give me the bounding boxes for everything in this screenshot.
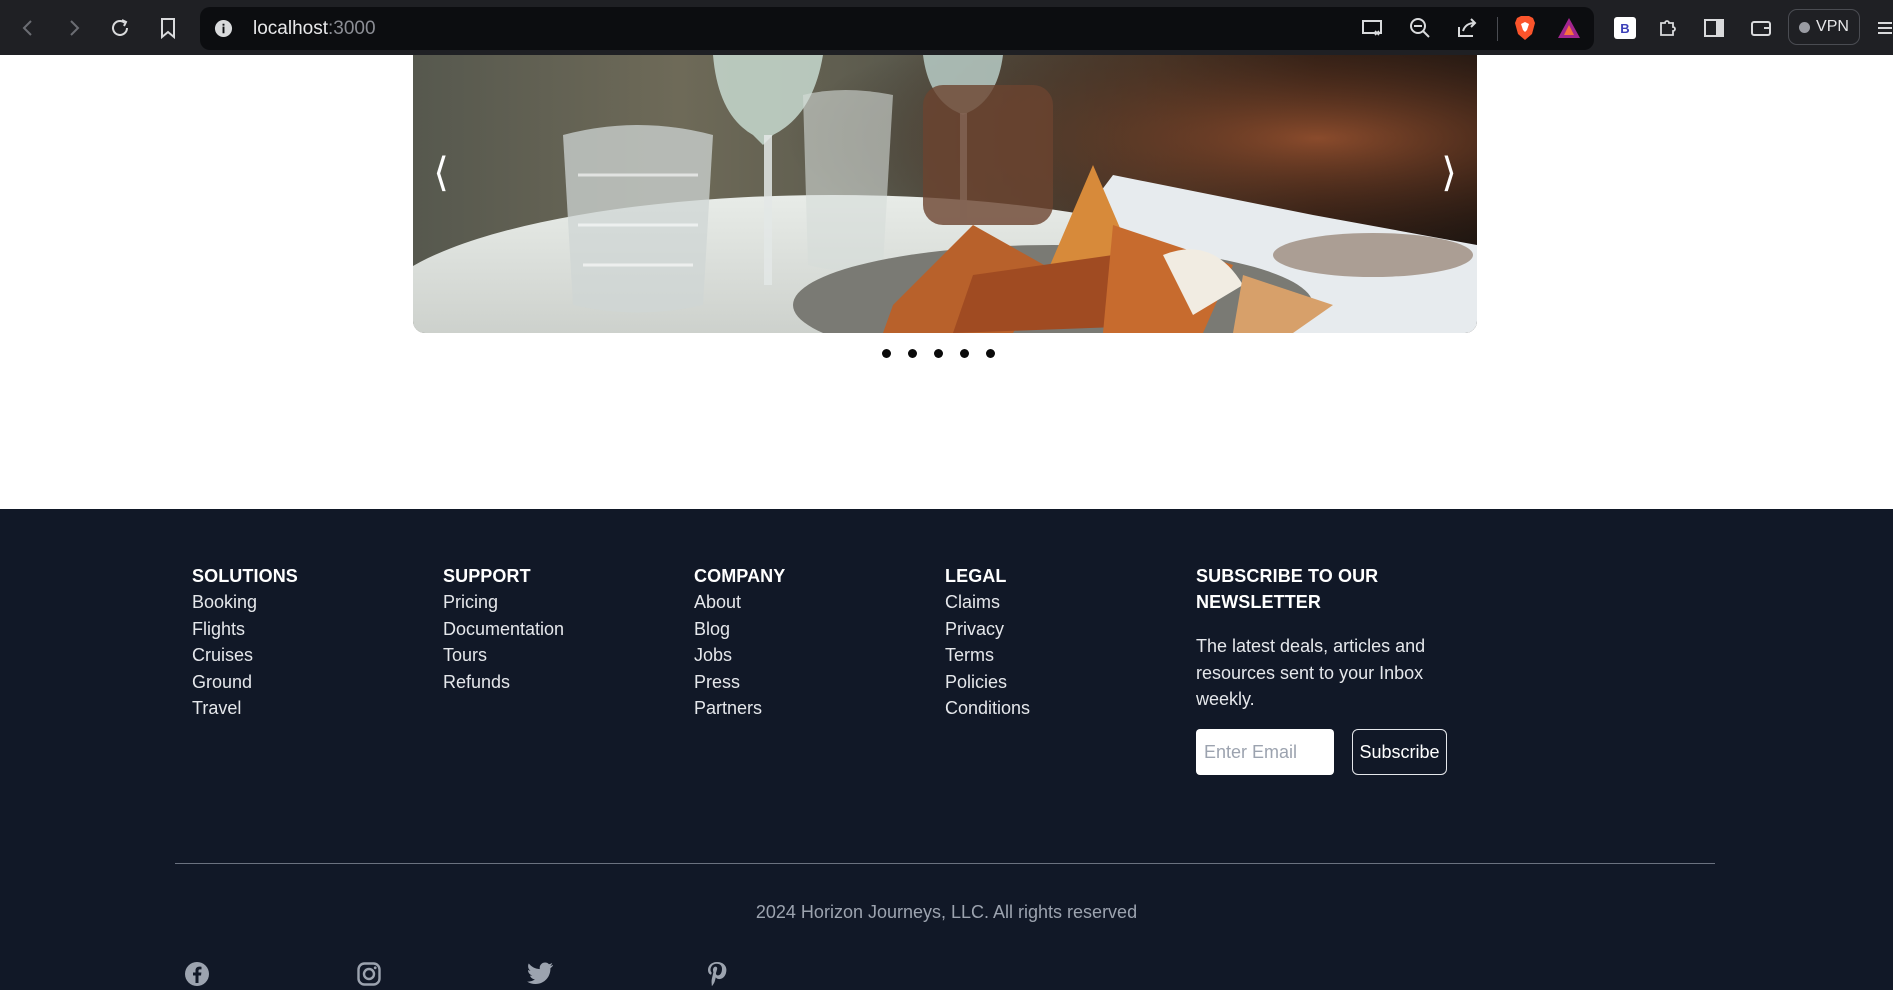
- back-arrow-icon: [22, 20, 32, 36]
- extension-b-label: B: [1614, 17, 1636, 39]
- carousel-dot-5[interactable]: [986, 349, 995, 358]
- email-input[interactable]: [1196, 729, 1334, 775]
- reload-icon: [112, 19, 128, 36]
- browser-toolbar: localhost:3000 B VPN: [0, 0, 1893, 55]
- footer-link-blog[interactable]: Blog: [694, 616, 785, 643]
- footer-column-solutions: SOLUTIONS Booking Flights Cruises Ground…: [192, 563, 298, 722]
- carousel-dot-2[interactable]: [908, 349, 917, 358]
- footer-link-partners[interactable]: Partners: [694, 695, 785, 722]
- brave-rewards-icon[interactable]: [1554, 13, 1584, 43]
- url-host: localhost: [253, 18, 328, 39]
- footer-column-legal: LEGAL Claims Privacy Terms Policies Cond…: [945, 563, 1030, 722]
- forward-arrow-icon: [70, 20, 80, 36]
- newsletter-description: The latest deals, articles and resources…: [1196, 636, 1426, 709]
- share-icon[interactable]: [1452, 13, 1482, 43]
- image-carousel: ⟨ ⟩: [413, 55, 1477, 333]
- wallet-icon[interactable]: [1746, 13, 1776, 43]
- column-title: SOLUTIONS: [192, 566, 298, 586]
- copyright-text: 2024 Horizon Journeys, LLC. All rights r…: [755, 902, 1138, 922]
- footer-link-cruises[interactable]: Cruises: [192, 642, 298, 669]
- site-footer: SOLUTIONS Booking Flights Cruises Ground…: [0, 509, 1893, 990]
- footer-link-press[interactable]: Press: [694, 669, 785, 696]
- carousel-prev-button[interactable]: ⟨: [421, 143, 461, 203]
- cast-icon[interactable]: [1358, 13, 1388, 43]
- column-title: LEGAL: [945, 566, 1007, 586]
- carousel-slide-image: [413, 55, 1477, 333]
- subscribe-button[interactable]: Subscribe: [1352, 729, 1447, 775]
- footer-divider: [175, 863, 1715, 864]
- carousel-dot-3[interactable]: [934, 349, 943, 358]
- footer-link-refunds[interactable]: Refunds: [443, 669, 564, 696]
- reload-button[interactable]: [104, 12, 136, 44]
- footer-link-privacy[interactable]: Privacy: [945, 616, 1030, 643]
- chevron-left-icon: ⟨: [433, 150, 449, 196]
- bookmark-icon: [161, 18, 175, 39]
- footer-link-terms[interactable]: Terms: [945, 642, 1030, 669]
- vpn-label: VPN: [1816, 18, 1849, 35]
- back-button[interactable]: [12, 12, 44, 44]
- footer-link-pricing[interactable]: Pricing: [443, 589, 564, 616]
- newsletter-section: SUBSCRIBE TO OUR NEWSLETTER The latest d…: [1196, 563, 1436, 713]
- extensions-puzzle-icon[interactable]: [1653, 13, 1683, 43]
- carousel-next-button[interactable]: ⟩: [1429, 143, 1469, 203]
- footer-link-claims[interactable]: Claims: [945, 589, 1030, 616]
- twitter-icon[interactable]: [527, 960, 555, 988]
- carousel-dot-1[interactable]: [882, 349, 891, 358]
- footer-link-ground[interactable]: Ground: [192, 669, 298, 696]
- footer-link-documentation[interactable]: Documentation: [443, 616, 564, 643]
- footer-link-tours[interactable]: Tours: [443, 642, 564, 669]
- chevron-right-icon: ⟩: [1441, 150, 1457, 196]
- menu-icon[interactable]: [1870, 13, 1893, 43]
- url-text[interactable]: localhost:3000: [253, 18, 376, 40]
- footer-link-booking[interactable]: Booking: [192, 589, 298, 616]
- url-port: :3000: [328, 18, 376, 39]
- footer-link-conditions[interactable]: Conditions: [945, 695, 1030, 722]
- footer-link-policies[interactable]: Policies: [945, 669, 1030, 696]
- footer-link-flights[interactable]: Flights: [192, 616, 298, 643]
- footer-link-about[interactable]: About: [694, 589, 785, 616]
- vpn-status-icon: [1799, 21, 1811, 33]
- site-info-icon[interactable]: [214, 19, 233, 38]
- footer-link-travel[interactable]: Travel: [192, 695, 298, 722]
- carousel-indicators: [882, 349, 995, 358]
- toolbar-divider: [1497, 17, 1498, 41]
- footer-column-support: SUPPORT Pricing Documentation Tours Refu…: [443, 563, 564, 695]
- column-title: COMPANY: [694, 566, 786, 586]
- brave-shields-icon[interactable]: [1510, 13, 1540, 43]
- extension-b-icon[interactable]: B: [1610, 13, 1640, 43]
- column-title: SUPPORT: [443, 566, 531, 586]
- zoom-out-icon[interactable]: [1405, 13, 1435, 43]
- address-bar[interactable]: localhost:3000: [200, 7, 1594, 50]
- instagram-icon[interactable]: [355, 960, 383, 988]
- forward-button[interactable]: [58, 12, 90, 44]
- bookmark-button[interactable]: [152, 12, 184, 44]
- pinterest-icon[interactable]: [703, 960, 731, 988]
- sidebar-toggle-icon[interactable]: [1699, 13, 1729, 43]
- footer-link-jobs[interactable]: Jobs: [694, 642, 785, 669]
- carousel-dot-4[interactable]: [960, 349, 969, 358]
- footer-column-company: COMPANY About Blog Jobs Press Partners: [694, 563, 785, 722]
- vpn-button[interactable]: VPN: [1788, 9, 1860, 45]
- newsletter-title: SUBSCRIBE TO OUR NEWSLETTER: [1196, 566, 1379, 612]
- facebook-icon[interactable]: [183, 960, 211, 988]
